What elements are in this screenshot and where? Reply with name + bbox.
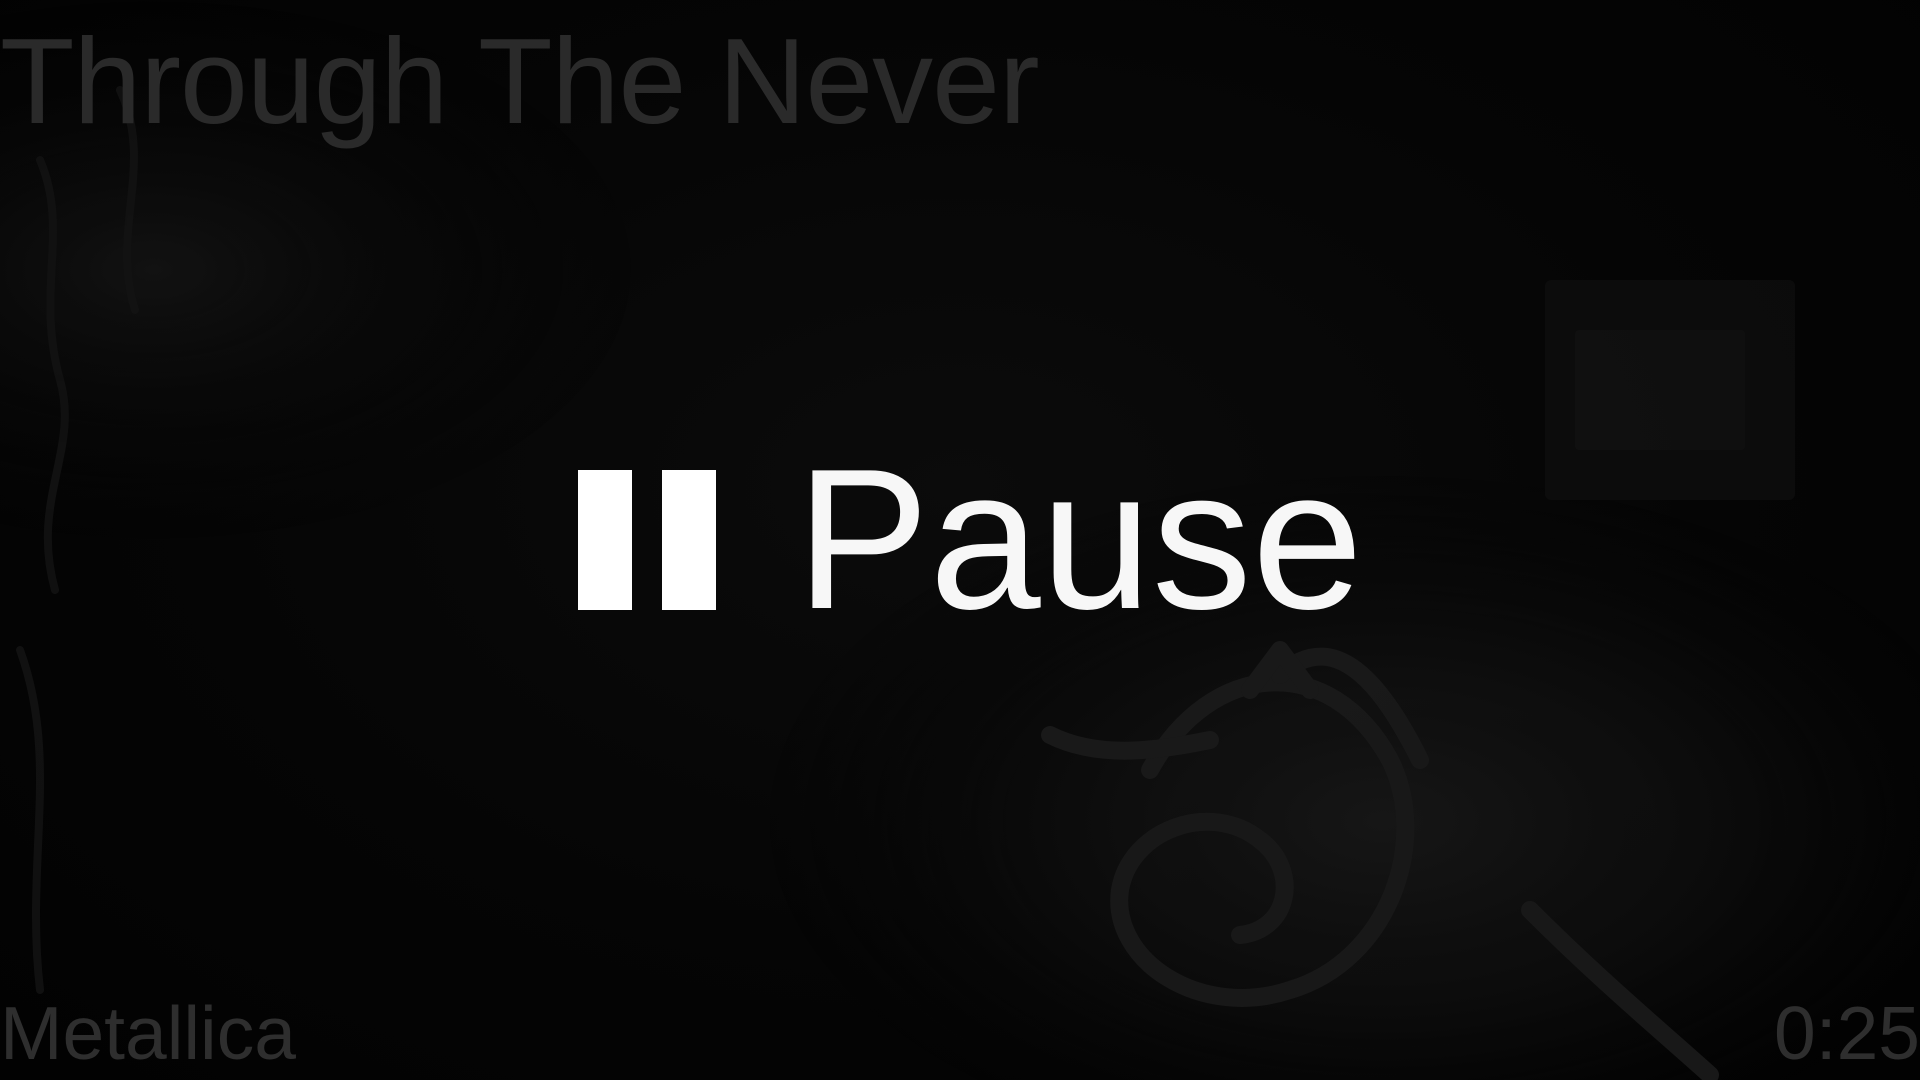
pause-button[interactable]: Pause bbox=[578, 440, 1363, 640]
pause-bar-right bbox=[662, 470, 716, 610]
pause-icon bbox=[578, 470, 716, 610]
artist-name: Metallica bbox=[0, 990, 296, 1075]
elapsed-time: 0:25 bbox=[1774, 990, 1920, 1075]
track-title: Through The Never bbox=[0, 13, 1040, 149]
music-player-card: Through The Never Pause Metallica 0:25 bbox=[0, 0, 1920, 1080]
right-panel-shadow bbox=[1545, 280, 1795, 500]
pause-bar-left bbox=[578, 470, 632, 610]
pause-label: Pause bbox=[796, 428, 1364, 651]
